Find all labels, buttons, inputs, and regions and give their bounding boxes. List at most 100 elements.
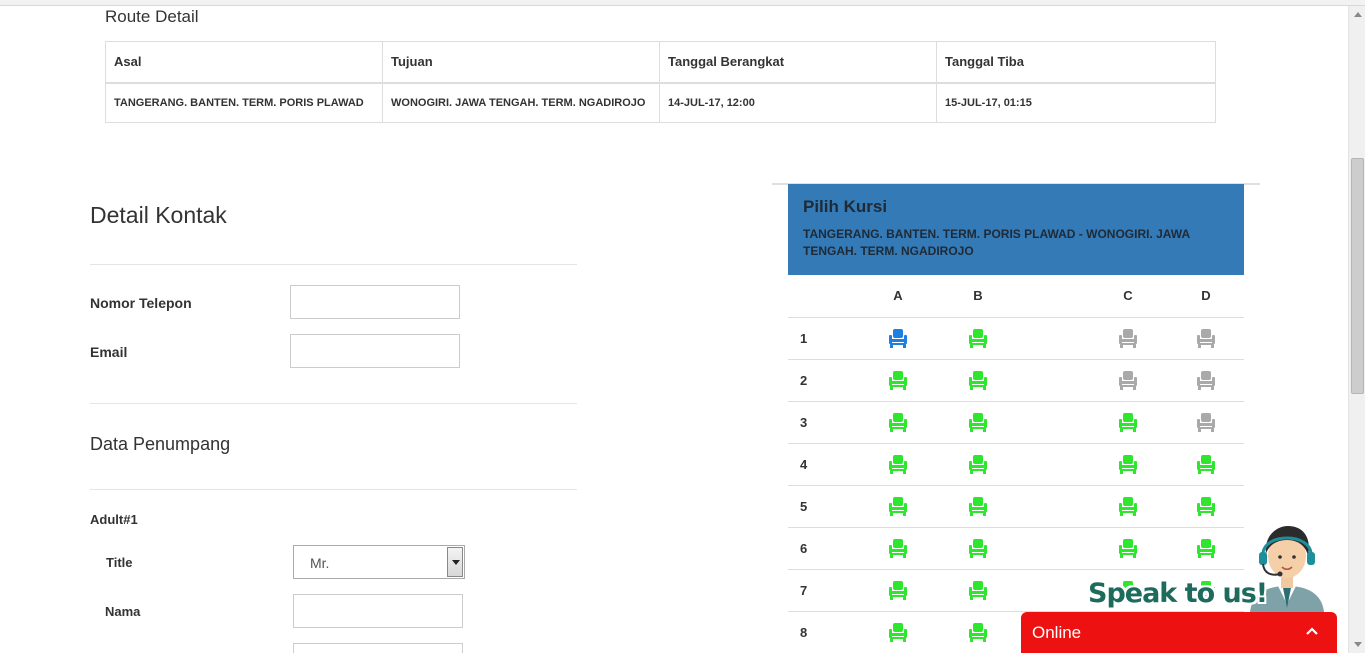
seat-cell — [938, 359, 1018, 402]
seat-available-icon[interactable] — [888, 454, 908, 474]
seat-available-icon[interactable] — [968, 496, 988, 516]
seat-row-number: 1 — [788, 317, 858, 360]
seat-cell — [858, 401, 938, 444]
passenger-heading: Data Penumpang — [90, 434, 231, 454]
title-select-value: Mr. — [310, 555, 330, 571]
contact-heading: Detail Kontak — [90, 202, 227, 228]
seat-available-icon[interactable] — [888, 496, 908, 516]
scroll-up-arrow-icon[interactable] — [1349, 6, 1365, 23]
seat-cell — [1088, 527, 1168, 570]
chevron-up-icon[interactable] — [1304, 623, 1320, 639]
seat-cell — [1168, 527, 1244, 570]
browser-tab-strip — [0, 0, 1365, 6]
seat-available-icon[interactable] — [968, 580, 988, 600]
seat-available-icon[interactable] — [968, 370, 988, 390]
seat-row-number: 8 — [788, 611, 858, 653]
seat-column-header-d: D — [1168, 275, 1244, 318]
seat-selected-icon[interactable] — [888, 328, 908, 348]
seat-available-icon[interactable] — [968, 412, 988, 432]
aisle — [1018, 317, 1088, 360]
vertical-scrollbar[interactable] — [1348, 6, 1365, 653]
seat-cell — [858, 317, 938, 360]
scrollbar-thumb[interactable] — [1351, 158, 1364, 394]
seat-available-icon[interactable] — [1196, 454, 1216, 474]
seat-column-header-b: B — [938, 275, 1018, 318]
seat-panel-route: TANGERANG. BANTEN. TERM. PORIS PLAWAD - … — [803, 227, 1190, 258]
seat-row-number: 5 — [788, 485, 858, 528]
aisle — [1018, 527, 1088, 570]
seat-taken-icon — [1118, 328, 1138, 348]
seat-available-icon[interactable] — [1118, 538, 1138, 558]
email-input[interactable] — [290, 334, 460, 368]
aisle — [1018, 359, 1088, 402]
seat-available-icon[interactable] — [1118, 496, 1138, 516]
seat-row: 3 — [788, 401, 1244, 444]
route-header-berangkat: Tanggal Berangkat — [659, 41, 937, 84]
seat-cell — [938, 485, 1018, 528]
title-label: Title — [106, 555, 133, 570]
divider — [90, 264, 577, 265]
seat-row-number: 7 — [788, 569, 858, 612]
seat-cell — [1088, 401, 1168, 444]
seat-row: 6 — [788, 527, 1244, 570]
seat-row-number: 3 — [788, 401, 858, 444]
seat-available-icon[interactable] — [1196, 538, 1216, 558]
seat-cell — [938, 611, 1018, 653]
seat-cell — [938, 569, 1018, 612]
chevron-down-icon[interactable] — [447, 547, 463, 577]
seat-cell — [938, 527, 1018, 570]
phone-input[interactable] — [290, 285, 460, 319]
aisle — [1018, 275, 1088, 318]
seat-cell — [858, 569, 938, 612]
seat-taken-icon — [1196, 412, 1216, 432]
seat-available-icon[interactable] — [968, 622, 988, 642]
seat-cell — [858, 485, 938, 528]
seat-taken-icon — [1196, 370, 1216, 390]
seat-available-icon[interactable] — [968, 454, 988, 474]
seat-available-icon[interactable] — [888, 580, 908, 600]
seat-row: 1 — [788, 317, 1244, 360]
seat-available-icon[interactable] — [888, 622, 908, 642]
chat-status: Online — [1032, 623, 1082, 642]
route-header-row: Asal Tujuan Tanggal Berangkat Tanggal Ti… — [105, 41, 1216, 84]
seat-taken-icon — [1118, 370, 1138, 390]
seat-available-icon[interactable] — [888, 538, 908, 558]
seat-cell — [858, 527, 938, 570]
scroll-down-arrow-icon[interactable] — [1349, 636, 1365, 653]
seat-cell — [1168, 443, 1244, 486]
seat-cell — [1088, 443, 1168, 486]
seat-cell — [938, 443, 1018, 486]
speak-to-us-text[interactable]: Speak to us! — [1088, 578, 1268, 609]
seat-available-icon[interactable] — [1118, 454, 1138, 474]
seat-column-header-a: A — [858, 275, 938, 318]
seat-cell — [1088, 317, 1168, 360]
seat-cell — [1168, 317, 1244, 360]
title-select[interactable]: Mr. — [293, 545, 465, 579]
next-input[interactable] — [293, 643, 463, 653]
seat-cell — [1168, 359, 1244, 402]
seat-available-icon[interactable] — [1196, 496, 1216, 516]
email-label: Email — [90, 344, 128, 360]
route-header-tujuan: Tujuan — [382, 41, 660, 84]
seat-row: 4 — [788, 443, 1244, 486]
seat-available-icon[interactable] — [888, 370, 908, 390]
chat-bar[interactable]: Online — [1021, 612, 1337, 653]
seat-available-icon[interactable] — [968, 538, 988, 558]
seat-cell — [858, 443, 938, 486]
route-berangkat: 14-JUL-17, 12:00 — [659, 82, 937, 123]
seat-column-header-empty — [788, 275, 858, 318]
name-input[interactable] — [293, 594, 463, 628]
aisle — [1018, 401, 1088, 444]
seat-available-icon[interactable] — [888, 412, 908, 432]
route-tiba: 15-JUL-17, 01:15 — [936, 82, 1216, 123]
seat-row-number: 6 — [788, 527, 858, 570]
divider — [90, 489, 577, 490]
aisle — [1018, 443, 1088, 486]
phone-label: Nomor Telepon — [90, 295, 192, 311]
route-row: TANGERANG. BANTEN. TERM. PORIS PLAWAD WO… — [105, 82, 1216, 123]
seat-cell — [1088, 485, 1168, 528]
seat-available-icon[interactable] — [968, 328, 988, 348]
seat-row: 5 — [788, 485, 1244, 528]
seat-available-icon[interactable] — [1118, 412, 1138, 432]
name-label: Nama — [105, 604, 141, 619]
